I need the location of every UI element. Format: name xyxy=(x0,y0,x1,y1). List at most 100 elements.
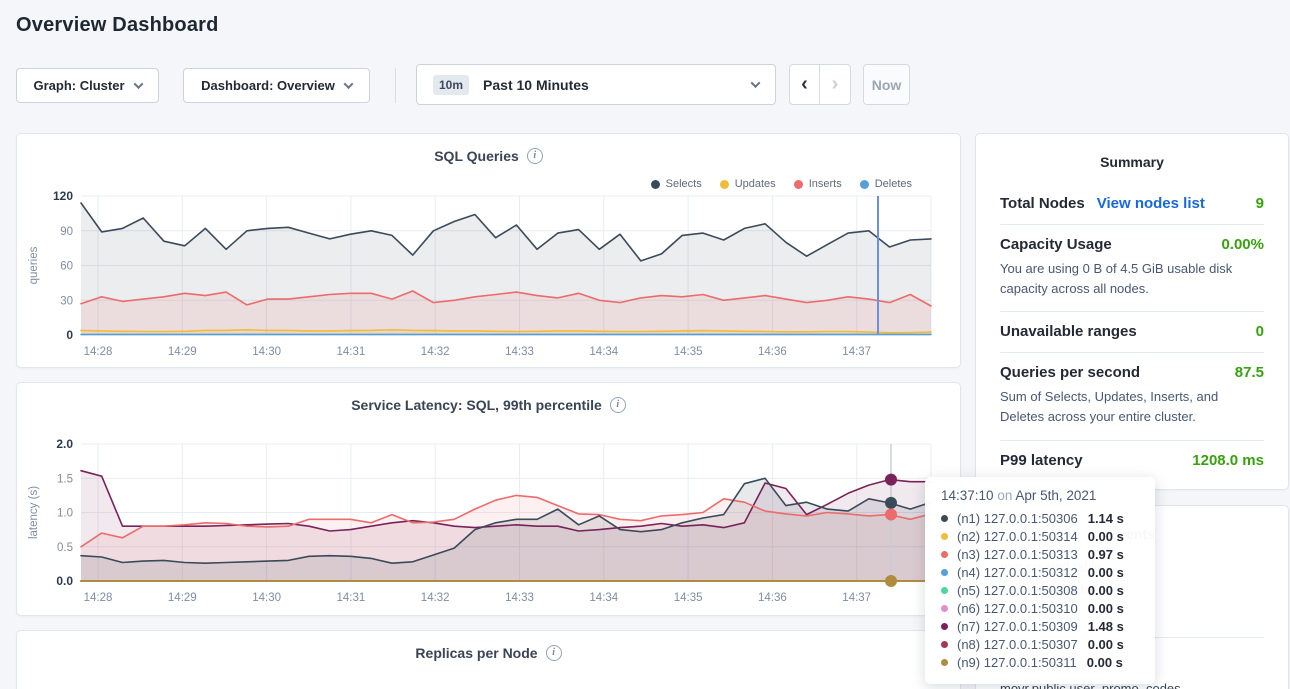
tooltip-node-value: 0.00 s xyxy=(1088,601,1124,616)
svg-text:2.0: 2.0 xyxy=(56,437,73,451)
svg-text:queries: queries xyxy=(28,246,40,284)
dashboard-dropdown[interactable]: Dashboard: Overview xyxy=(183,68,370,103)
svg-text:1.0: 1.0 xyxy=(57,508,73,520)
p99-latency-value: 1208.0 ms xyxy=(1192,452,1264,469)
node-dot-icon xyxy=(941,623,948,630)
tooltip-node-row: (n2) 127.0.0.1:50314 0.00 s xyxy=(941,527,1139,545)
time-next-button[interactable]: › xyxy=(820,65,850,104)
node-dot-icon xyxy=(941,515,948,522)
graph-dropdown-label: Graph: Cluster xyxy=(33,78,124,93)
summary-panel: Summary Total Nodes View nodes list 9 Ca… xyxy=(975,133,1289,490)
summary-row-qps: Queries per second 87.5 Sum of Selects, … xyxy=(1000,353,1264,439)
overview-dashboard-page: Overview Dashboard Graph: Cluster Dashbo… xyxy=(0,0,1290,689)
chart-hover-tooltip: 14:37:10 on Apr 5th, 2021 (n1) 127.0.0.1… xyxy=(925,477,1155,684)
tooltip-node-label: (n1) 127.0.0.1:50306 xyxy=(957,511,1078,526)
service-latency-title: Service Latency: SQL, 99th percentile i xyxy=(17,397,960,413)
node-dot-icon xyxy=(941,569,948,576)
svg-text:14:35: 14:35 xyxy=(674,346,703,358)
tooltip-node-label: (n7) 127.0.0.1:50309 xyxy=(957,619,1078,634)
svg-text:14:36: 14:36 xyxy=(758,346,787,358)
tooltip-node-label: (n4) 127.0.0.1:50312 xyxy=(957,565,1078,580)
tooltip-node-label: (n8) 127.0.0.1:50307 xyxy=(957,637,1078,652)
svg-text:30: 30 xyxy=(60,295,73,307)
tooltip-node-row: (n6) 127.0.0.1:50310 0.00 s xyxy=(941,599,1139,617)
time-range-label: Past 10 Minutes xyxy=(483,77,589,93)
svg-text:0.5: 0.5 xyxy=(57,542,73,554)
qps-value: 87.5 xyxy=(1235,364,1264,381)
time-range-dropdown[interactable]: 10m Past 10 Minutes xyxy=(416,64,776,105)
summary-row-total-nodes: Total Nodes View nodes list 9 xyxy=(1000,184,1264,224)
inserts-dot-icon xyxy=(794,180,803,189)
unavailable-ranges-value: 0 xyxy=(1256,323,1264,340)
svg-text:0.0: 0.0 xyxy=(56,574,73,588)
total-nodes-value: 9 xyxy=(1256,195,1264,212)
legend-item-inserts: Inserts xyxy=(794,178,842,190)
svg-text:14:31: 14:31 xyxy=(337,346,366,358)
tooltip-node-value: 0.00 s xyxy=(1088,637,1124,652)
tooltip-node-row: (n8) 127.0.0.1:50307 0.00 s xyxy=(941,635,1139,653)
chevron-down-icon xyxy=(343,79,353,89)
tooltip-node-value: 0.00 s xyxy=(1088,529,1124,544)
svg-text:120: 120 xyxy=(53,189,73,203)
time-now-button[interactable]: Now xyxy=(863,64,910,105)
tooltip-node-label: (n6) 127.0.0.1:50310 xyxy=(957,601,1078,616)
node-dot-icon xyxy=(941,551,948,558)
tooltip-node-row: (n9) 127.0.0.1:503110.00 s xyxy=(941,653,1139,671)
svg-text:90: 90 xyxy=(60,226,73,238)
svg-text:14:29: 14:29 xyxy=(168,346,197,358)
tooltip-node-row: (n5) 127.0.0.1:503080.00 s xyxy=(941,581,1139,599)
sql-queries-legend: Selects Updates Inserts Deletes xyxy=(651,178,912,190)
graph-dropdown[interactable]: Graph: Cluster xyxy=(16,68,159,103)
svg-text:14:35: 14:35 xyxy=(674,592,703,604)
legend-item-updates: Updates xyxy=(720,178,776,190)
svg-text:latency (s): latency (s) xyxy=(28,486,40,539)
node-dot-icon xyxy=(941,659,948,666)
svg-text:0: 0 xyxy=(66,328,73,342)
tooltip-node-row: (n4) 127.0.0.1:50312 0.00 s xyxy=(941,563,1139,581)
svg-text:14:29: 14:29 xyxy=(168,592,197,604)
tooltip-node-value: 0.00 s xyxy=(1088,565,1124,580)
sql-queries-title: SQL Queries i xyxy=(17,148,960,164)
svg-text:1.5: 1.5 xyxy=(57,473,73,485)
info-icon[interactable]: i xyxy=(610,397,626,413)
replicas-panel: Replicas per Node i xyxy=(16,630,961,689)
svg-text:14:33: 14:33 xyxy=(505,592,534,604)
view-nodes-list-link[interactable]: View nodes list xyxy=(1097,195,1205,212)
time-prev-button[interactable]: ‹ xyxy=(790,65,820,104)
time-range-badge: 10m xyxy=(433,75,469,95)
svg-text:14:32: 14:32 xyxy=(421,346,450,358)
node-dot-icon xyxy=(941,605,948,612)
service-latency-chart[interactable]: 0.00.51.01.52.014:2814:2914:3014:3114:32… xyxy=(17,383,960,615)
tooltip-node-label: (n3) 127.0.0.1:50313 xyxy=(957,547,1078,562)
tooltip-node-label: (n2) 127.0.0.1:50314 xyxy=(957,529,1078,544)
page-title: Overview Dashboard xyxy=(16,14,219,37)
info-icon[interactable]: i xyxy=(527,148,543,164)
svg-text:14:30: 14:30 xyxy=(252,592,281,604)
replicas-title: Replicas per Node i xyxy=(17,645,960,661)
node-dot-icon xyxy=(941,587,948,594)
summary-title: Summary xyxy=(976,134,1288,170)
summary-row-capacity: Capacity Usage 0.00% You are using 0 B o… xyxy=(1000,225,1264,311)
tooltip-node-value: 0.00 s xyxy=(1087,655,1123,670)
legend-item-deletes: Deletes xyxy=(860,178,912,190)
tooltip-node-row: (n1) 127.0.0.1:503061.14 s xyxy=(941,509,1139,527)
tooltip-node-value: 0.97 s xyxy=(1088,547,1124,562)
chevron-down-icon xyxy=(751,78,761,88)
svg-text:14:31: 14:31 xyxy=(337,592,366,604)
info-icon[interactable]: i xyxy=(546,645,562,661)
node-dot-icon xyxy=(941,533,948,540)
svg-text:14:37: 14:37 xyxy=(842,592,871,604)
time-step-buttons: ‹ › xyxy=(789,64,851,105)
sql-queries-chart[interactable]: 030609012014:2814:2914:3014:3114:3214:33… xyxy=(17,134,960,367)
service-latency-panel: 0.00.51.01.52.014:2814:2914:3014:3114:32… xyxy=(16,382,961,616)
svg-text:14:28: 14:28 xyxy=(84,592,113,604)
summary-row-unavailable: Unavailable ranges 0 xyxy=(1000,312,1264,352)
legend-item-selects: Selects xyxy=(651,178,702,190)
svg-text:14:34: 14:34 xyxy=(589,346,618,358)
svg-text:14:28: 14:28 xyxy=(84,346,113,358)
tooltip-node-value: 0.00 s xyxy=(1088,583,1124,598)
selects-dot-icon xyxy=(651,180,660,189)
svg-text:60: 60 xyxy=(60,261,73,273)
tooltip-timestamp: 14:37:10 on Apr 5th, 2021 xyxy=(941,488,1139,503)
tooltip-node-value: 1.48 s xyxy=(1088,619,1124,634)
